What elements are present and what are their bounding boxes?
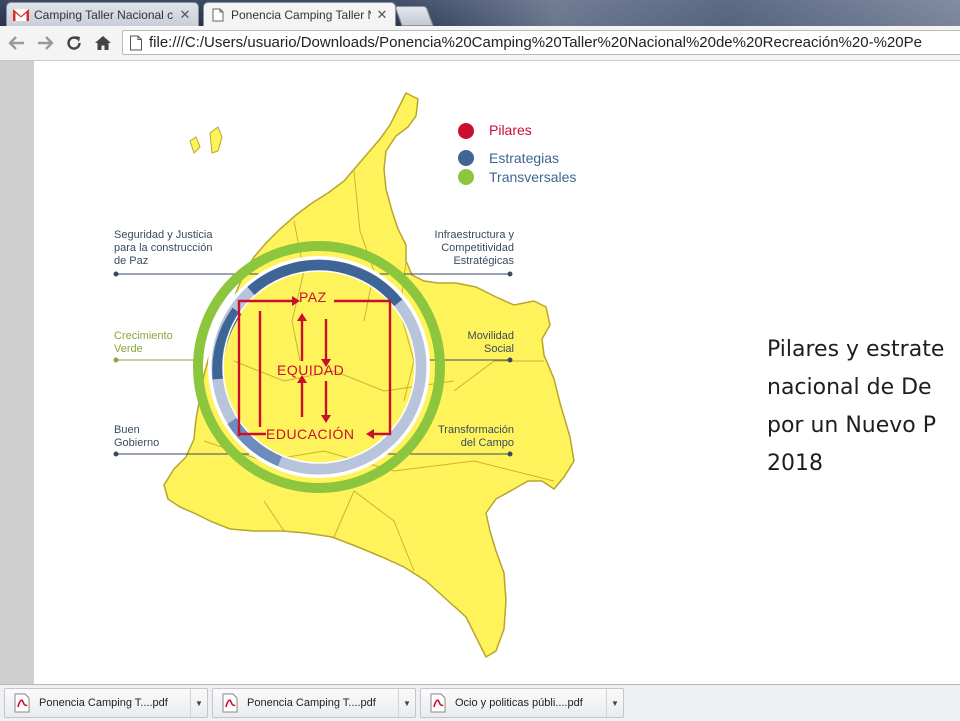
window-background [380,0,960,26]
callout-line: del Campo [460,437,514,449]
browser-toolbar: file:///C:/Users/usuario/Downloads/Ponen… [0,26,960,61]
tab-title: Ponencia Camping Taller N [231,7,371,22]
arrow-left-icon [8,36,24,50]
callout-seguridad: Seguridad y Justicia para la construcció… [114,229,212,268]
document-icon [210,8,226,22]
download-name: Ocio y politicas públi....pdf [455,697,583,709]
heading-line: 2018 [767,451,823,476]
legend-pilares: Pilares [489,122,532,138]
page-icon [130,35,142,50]
chevron-down-icon[interactable]: ▼ [190,689,207,717]
tab-strip: Camping Taller Nacional c ✕ Ponencia Cam… [0,0,960,26]
home-icon [95,36,111,50]
download-name: Ponencia Camping T....pdf [39,697,168,709]
arrow-right-icon [38,36,54,50]
reload-button[interactable] [63,32,85,54]
tab-ponencia-camping[interactable]: Ponencia Camping Taller N ✕ [203,2,396,26]
pillar-equidad: EQUIDAD [277,362,345,378]
legend-estrategias: Estrategias [489,150,560,166]
pdf-icon [222,693,238,713]
download-item[interactable]: Ponencia Camping T....pdf ▼ [212,688,416,718]
callout-line: Verde [114,343,143,355]
chevron-down-icon[interactable]: ▼ [606,689,623,717]
pdf-icon [430,693,446,713]
forward-button[interactable] [34,32,56,54]
heading-line: nacional de De [767,375,932,400]
home-button[interactable] [92,32,114,54]
callout-line: para la construcción [114,242,213,254]
callout-line: Seguridad y Justicia [114,229,213,241]
heading-line: por un Nuevo P [767,413,937,438]
legend-dot-transversales [458,169,474,185]
legend-dot-pilares [458,123,474,139]
callout-line: Movilidad [467,330,514,342]
new-tab-button[interactable] [394,6,434,26]
address-bar[interactable]: file:///C:/Users/usuario/Downloads/Ponen… [122,30,960,55]
url-text: file:///C:/Users/usuario/Downloads/Ponen… [149,34,922,51]
viewer-gutter [0,61,34,684]
callout-line: Buen [114,424,140,436]
pillar-educacion: EDUCACIÓN [266,426,355,442]
callout-line: Crecimiento [114,330,173,342]
callout-line: Transformación [437,424,514,436]
pillar-paz: PAZ [299,289,327,305]
callout-line: Gobierno [114,437,160,449]
slide-page: Pilares Estrategias Transversales Seguri… [34,61,960,684]
downloads-shelf: Ponencia Camping T....pdf ▼ Ponencia Cam… [0,684,960,721]
close-icon[interactable]: ✕ [375,7,389,23]
chevron-down-icon[interactable]: ▼ [398,689,415,717]
close-icon[interactable]: ✕ [178,7,192,23]
download-item[interactable]: Ponencia Camping T....pdf ▼ [4,688,208,718]
download-item[interactable]: Ocio y politicas públi....pdf ▼ [420,688,624,718]
gmail-icon [13,8,29,22]
download-name: Ponencia Camping T....pdf [247,697,376,709]
pdf-icon [14,693,30,713]
reload-icon [67,36,81,50]
callout-buen-gobierno: Buen Gobierno [114,424,159,450]
callout-crecimiento: Crecimiento Verde [114,330,173,356]
callout-transformacion: Transformación del Campo [404,424,514,450]
island-providencia [189,136,201,154]
callout-line: de Paz [114,255,149,267]
legend-dot-estrategias [458,150,474,166]
back-button[interactable] [6,32,28,54]
legend-transversales: Transversales [489,169,577,185]
tab-title: Camping Taller Nacional c [34,7,174,22]
callout-line: Infraestructura y [434,229,514,241]
pdf-viewer[interactable]: Pilares Estrategias Transversales Seguri… [0,61,960,684]
callout-line: Competitividad [441,242,514,254]
tab-camping-taller[interactable]: Camping Taller Nacional c ✕ [6,2,199,26]
slide-heading: Pilares y estrate nacional de De por un Nu… [767,331,960,483]
callout-line: Social [484,343,514,355]
callout-line: Estratégicas [453,255,514,267]
heading-line: Pilares y estrate [767,337,945,362]
callout-movilidad: Movilidad Social [414,330,514,356]
island-san-andres [209,126,223,154]
callout-infraestructura: Infraestructura y Competitividad Estraté… [394,229,514,268]
